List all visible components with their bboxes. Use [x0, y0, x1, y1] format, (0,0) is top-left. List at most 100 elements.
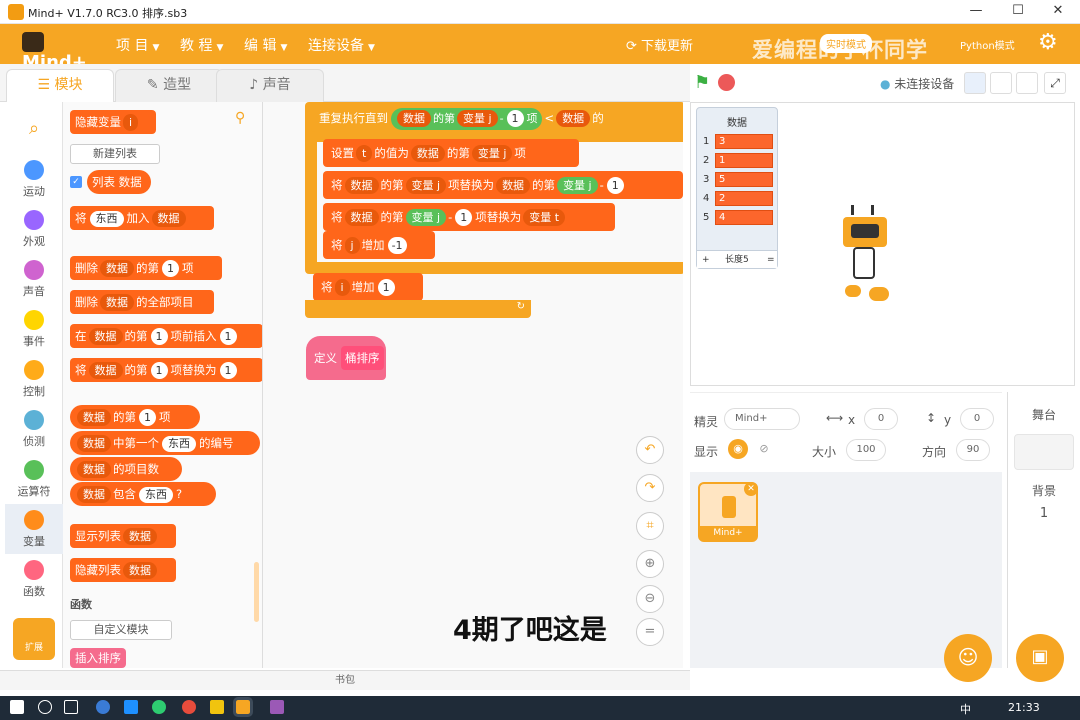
menu-edit[interactable]: 编 辑 ▼	[244, 35, 287, 55]
category-control[interactable]: 控制	[5, 354, 63, 404]
stop-icon[interactable]	[718, 74, 735, 91]
category-looks[interactable]: 外观	[5, 204, 63, 254]
list-value[interactable]: 4	[715, 210, 773, 225]
sprite-name-input[interactable]: Mind+	[724, 408, 800, 430]
sprite-thumbnail[interactable]: ✕ Mind+	[698, 482, 758, 542]
number-input[interactable]: 1	[139, 409, 156, 426]
x-input[interactable]: 0	[864, 408, 898, 430]
list-dropdown[interactable]: 数据	[77, 435, 111, 452]
list-dropdown[interactable]: 数据	[344, 209, 379, 226]
list-dropdown[interactable]: 数据	[556, 110, 591, 127]
variable-reporter[interactable]: 变量 j	[471, 145, 513, 162]
split-layout-icon[interactable]	[990, 72, 1012, 94]
list-dropdown[interactable]: 数据	[123, 562, 157, 579]
folder-icon[interactable]	[210, 700, 224, 714]
list-monitor[interactable]: 数据 13 21 35 42 54 + 长度5 =	[696, 107, 778, 269]
variable-reporter[interactable]: 变量 j	[405, 209, 447, 226]
list-dropdown[interactable]: 数据	[410, 145, 445, 162]
number-input[interactable]: 1	[219, 362, 237, 379]
number-input[interactable]: 1	[506, 110, 524, 127]
category-sensing[interactable]: 侦测	[5, 404, 63, 454]
list-checkbox[interactable]: ✓	[70, 176, 82, 188]
variable-reporter[interactable]: 变量 j	[557, 177, 598, 194]
add-backdrop-icon[interactable]: ▣	[1016, 634, 1064, 682]
list-value[interactable]: 5	[715, 172, 773, 187]
resize-handle[interactable]: =	[767, 251, 775, 269]
list-dropdown[interactable]: 数据	[344, 177, 379, 194]
maximize-button[interactable]: ☐	[998, 3, 1038, 21]
wechat-icon[interactable]	[152, 700, 166, 714]
large-stage-icon[interactable]	[1016, 72, 1038, 94]
edge-icon[interactable]	[124, 700, 138, 714]
list-value[interactable]: 1	[715, 153, 773, 168]
block-hide-variable[interactable]: 隐藏变量 i	[70, 110, 156, 134]
variable-reporter[interactable]: 变量 t	[523, 209, 566, 226]
small-stage-icon[interactable]	[964, 72, 986, 94]
number-input[interactable]: 1	[162, 260, 179, 277]
variable-reporter[interactable]: 变量 j	[405, 177, 447, 194]
list-dropdown[interactable]: 数据	[397, 110, 431, 127]
gear-icon[interactable]: ⚙	[1038, 30, 1058, 55]
number-input[interactable]: 1	[150, 328, 168, 345]
zoom-in-button[interactable]: ⊕	[636, 550, 664, 578]
palette-scrollbar[interactable]	[254, 562, 259, 622]
category-motion[interactable]: 运动	[5, 154, 63, 204]
block-index-of[interactable]: 数据 中第一个 东西 的编号	[70, 431, 260, 455]
y-input[interactable]: 0	[960, 408, 994, 430]
variable-dropdown[interactable]: t	[356, 145, 373, 162]
robot-sprite[interactable]	[841, 205, 897, 307]
block-set-variable[interactable]: 设置 t 的值为 数据 的第 变量 j项	[323, 139, 579, 167]
undo-button[interactable]: ↶	[636, 436, 664, 464]
app-task-icon[interactable]	[270, 700, 284, 714]
redo-button[interactable]: ↷	[636, 474, 664, 502]
block-insert-sort[interactable]: 插入排序	[70, 648, 126, 668]
list-dropdown[interactable]: 数据	[88, 362, 123, 379]
python-mode-toggle[interactable]: Python模式	[960, 37, 1015, 52]
task-view-icon[interactable]	[64, 700, 78, 714]
block-replace-1[interactable]: 将数据 的第 变量 j 项替换为 数据 的第 变量 j-1	[323, 171, 683, 199]
crop-button[interactable]: ⌗	[636, 512, 664, 540]
text-input[interactable]: 东西	[89, 210, 124, 227]
chrome-icon[interactable]	[182, 700, 196, 714]
block-show-list[interactable]: 显示列表 数据	[70, 524, 176, 548]
category-operators[interactable]: 运算符	[5, 454, 63, 504]
block-insert-at[interactable]: 在数据 的第 1 项前插入 1	[70, 324, 262, 348]
realtime-mode-toggle[interactable]: 实时模式	[820, 34, 872, 53]
search-blocks-button[interactable]: ⌕	[5, 112, 63, 152]
custom-block-button[interactable]: 自定义模块	[70, 620, 172, 640]
block-replace-2[interactable]: 将数据 的第 变量 j -1 项替换为 变量 t	[323, 203, 615, 231]
list-dropdown[interactable]: 数据	[496, 177, 531, 194]
list-dropdown[interactable]: 数据	[100, 260, 134, 277]
list-reporter[interactable]: 列表 数据	[87, 170, 151, 194]
zoom-out-button[interactable]: ⊖	[636, 585, 664, 613]
stage-thumbnail[interactable]	[1014, 434, 1074, 470]
list-dropdown[interactable]: 数据	[77, 486, 111, 503]
number-input[interactable]: 1	[219, 328, 237, 345]
category-events[interactable]: 事件	[5, 304, 63, 354]
new-list-button[interactable]: 新建列表	[70, 144, 160, 164]
block-add-to-list[interactable]: 将东西 加入 数据	[70, 206, 214, 230]
menu-connect[interactable]: 连接设备 ▼	[308, 35, 375, 55]
extension-button[interactable]: 扩展	[13, 618, 55, 660]
block-delete-item[interactable]: 删除 数据 的第 1 项	[70, 256, 222, 280]
search-icon[interactable]	[38, 700, 52, 714]
update-button[interactable]: ⟳ 下载更新	[626, 35, 693, 54]
block-replace-item[interactable]: 将数据 的第 1 项替换为 1	[70, 358, 262, 382]
size-input[interactable]: 100	[846, 439, 886, 461]
tab-costumes[interactable]: ✎ 造型	[115, 69, 223, 102]
menu-project[interactable]: 项 目 ▼	[116, 35, 159, 55]
list-dropdown[interactable]: 数据	[77, 409, 111, 426]
define-name[interactable]: 桶排序	[341, 346, 384, 370]
block-repeat-until[interactable]: 重复执行直到 数据 的第 变量 j -1 项 < 数据的	[311, 104, 683, 132]
number-input[interactable]: 1	[606, 177, 624, 194]
variable-reporter[interactable]: 变量 j	[457, 110, 498, 127]
list-value[interactable]: 3	[715, 134, 773, 149]
eye-off-icon[interactable]: ⊘	[754, 439, 774, 459]
number-input[interactable]: -1	[387, 237, 407, 254]
fullscreen-icon[interactable]: ⤢	[1044, 72, 1066, 94]
list-dropdown[interactable]: 数据	[88, 328, 123, 345]
direction-input[interactable]: 90	[956, 439, 990, 461]
stage[interactable]: 数据 13 21 35 42 54 + 长度5 =	[690, 102, 1075, 386]
add-item-button[interactable]: +	[702, 251, 710, 269]
ime-indicator[interactable]: 中	[960, 701, 971, 717]
